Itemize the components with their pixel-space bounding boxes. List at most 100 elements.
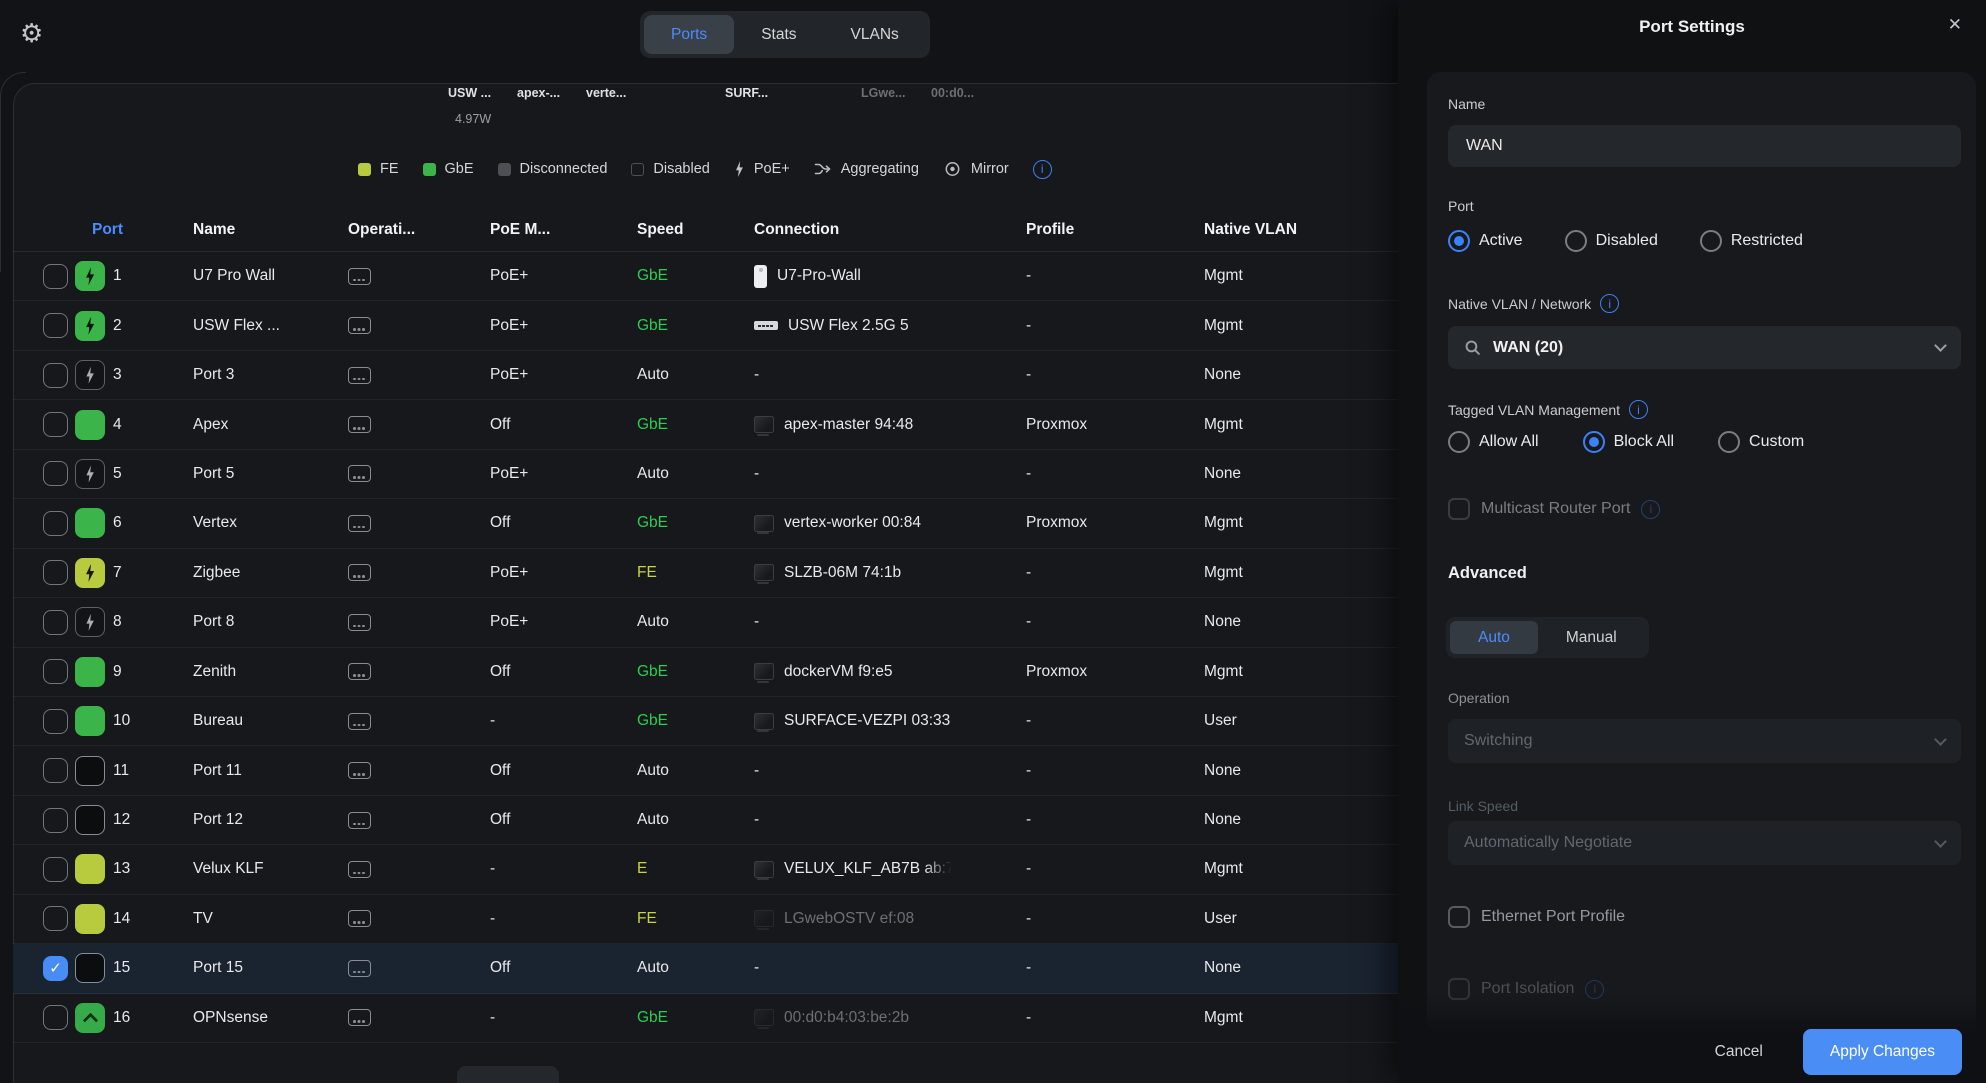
row-checkbox[interactable] <box>43 511 68 536</box>
ethernet-port-profile-checkbox-row[interactable]: Ethernet Port Profile <box>1448 906 1625 928</box>
row-checkbox[interactable] <box>43 857 68 882</box>
settings-gear-icon[interactable]: ⚙ <box>20 18 43 49</box>
connection-cell: - <box>754 796 759 844</box>
operation-cell <box>348 351 371 399</box>
link-speed-select[interactable]: Automatically Negotiate <box>1448 821 1961 865</box>
row-checkbox[interactable] <box>43 758 68 783</box>
link-speed-value: Automatically Negotiate <box>1464 834 1632 852</box>
speed-value: FE <box>637 895 657 943</box>
switching-icon <box>348 910 371 927</box>
bolt-icon <box>84 564 97 582</box>
bolt-icon <box>734 161 745 177</box>
row-checkbox[interactable] <box>43 313 68 338</box>
operation-select[interactable]: Switching <box>1448 719 1961 763</box>
column-header-name[interactable]: Name <box>193 221 235 239</box>
tab-ports[interactable]: Ports <box>644 15 734 54</box>
connection-cell: apex-master 94:48 <box>754 400 913 448</box>
close-icon[interactable]: ✕ <box>1948 15 1962 35</box>
row-checkbox[interactable] <box>43 906 68 931</box>
apply-changes-button[interactable]: Apply Changes <box>1803 1029 1962 1075</box>
tab-vlans[interactable]: VLANs <box>824 15 926 54</box>
column-header-operation[interactable]: Operati... <box>348 221 415 239</box>
operation-cell <box>348 301 371 349</box>
column-header-speed[interactable]: Speed <box>637 221 684 239</box>
radio-block-all[interactable]: Block All <box>1583 431 1674 453</box>
client-device-icon <box>754 861 774 878</box>
radio-disabled[interactable]: Disabled <box>1565 230 1658 252</box>
row-checkbox[interactable]: ✓ <box>43 956 68 981</box>
multicast-label: Multicast Router Port <box>1481 500 1630 518</box>
info-icon[interactable]: i <box>1033 160 1052 179</box>
poe-mode: Off <box>490 746 510 794</box>
row-checkbox[interactable] <box>43 560 68 585</box>
bolt-icon <box>84 367 96 384</box>
tab-stats[interactable]: Stats <box>734 15 823 54</box>
row-checkbox[interactable] <box>43 1005 68 1030</box>
switching-icon <box>348 268 371 285</box>
column-header-native-vlan[interactable]: Native VLAN <box>1204 221 1297 239</box>
info-icon[interactable]: i <box>1629 400 1648 419</box>
native-vlan-value: None <box>1204 746 1241 794</box>
radio-selected-icon <box>1448 230 1470 252</box>
column-header-connection[interactable]: Connection <box>754 221 839 239</box>
speed-value: E <box>637 845 647 893</box>
column-header-port[interactable]: Port <box>92 221 123 239</box>
chevron-down-icon <box>1934 339 1947 352</box>
row-checkbox-cell <box>43 845 68 893</box>
pagination-partial-button[interactable] <box>457 1066 559 1083</box>
port-name: Vertex <box>193 499 237 547</box>
port-icon-cell <box>75 944 105 992</box>
poe-mode: PoE+ <box>490 549 528 597</box>
row-checkbox[interactable] <box>43 709 68 734</box>
advanced-heading: Advanced <box>1448 564 1527 583</box>
row-checkbox[interactable] <box>43 610 68 635</box>
port-icon-cell <box>75 450 105 498</box>
operation-cell <box>348 796 371 844</box>
column-header-poe-mode[interactable]: PoE M... <box>490 221 550 239</box>
native-vlan-select[interactable]: WAN (20) <box>1448 326 1961 369</box>
switching-icon <box>348 1009 371 1026</box>
operation-cell <box>348 499 371 547</box>
info-icon[interactable]: i <box>1641 500 1660 519</box>
switching-icon <box>348 367 371 384</box>
row-checkbox[interactable] <box>43 659 68 684</box>
profile-value: - <box>1026 845 1031 893</box>
speed-value: Auto <box>637 598 669 646</box>
speed-value: GbE <box>637 301 668 349</box>
native-vlan-value: Mgmt <box>1204 549 1243 597</box>
speed-value: GbE <box>637 648 668 696</box>
connection-cell: 00:d0:b4:03:be:2b <box>754 994 909 1042</box>
profile-value: - <box>1026 746 1031 794</box>
radio-active[interactable]: Active <box>1448 230 1523 252</box>
column-header-profile[interactable]: Profile <box>1026 221 1074 239</box>
operation-cell <box>348 252 371 300</box>
tagged-vlan-label: Tagged VLAN Management <box>1448 402 1620 418</box>
radio-active-label: Active <box>1479 232 1523 250</box>
info-icon[interactable]: i <box>1600 294 1619 313</box>
connection-name: SLZB-06M 74:1b <box>784 564 901 582</box>
row-checkbox[interactable] <box>43 412 68 437</box>
multicast-router-port-checkbox-row[interactable]: Multicast Router Port i <box>1448 498 1660 520</box>
radio-restricted[interactable]: Restricted <box>1700 230 1803 252</box>
segment-auto[interactable]: Auto <box>1450 621 1538 654</box>
legend-item: Aggregating <box>814 161 919 177</box>
chevron-down-icon <box>1934 733 1947 746</box>
radio-custom[interactable]: Custom <box>1718 431 1804 453</box>
cancel-button[interactable]: Cancel <box>1715 1043 1763 1061</box>
row-checkbox[interactable] <box>43 363 68 388</box>
connection-cell: U7-Pro-Wall <box>754 252 861 300</box>
poe-idle-port-icon <box>75 360 105 390</box>
row-checkbox[interactable] <box>43 461 68 486</box>
row-checkbox-cell <box>43 450 68 498</box>
name-input[interactable]: WAN <box>1448 125 1961 167</box>
native-vlan-value: WAN (20) <box>1493 339 1563 357</box>
row-checkbox[interactable] <box>43 808 68 833</box>
client-device-icon <box>754 416 774 433</box>
operation-cell <box>348 697 371 745</box>
row-checkbox[interactable] <box>43 264 68 289</box>
device-port-label: verte... <box>586 86 626 100</box>
switching-icon <box>348 515 371 532</box>
radio-allow-all[interactable]: Allow All <box>1448 431 1539 453</box>
segment-manual[interactable]: Manual <box>1538 621 1645 654</box>
client-device-icon <box>754 663 774 680</box>
